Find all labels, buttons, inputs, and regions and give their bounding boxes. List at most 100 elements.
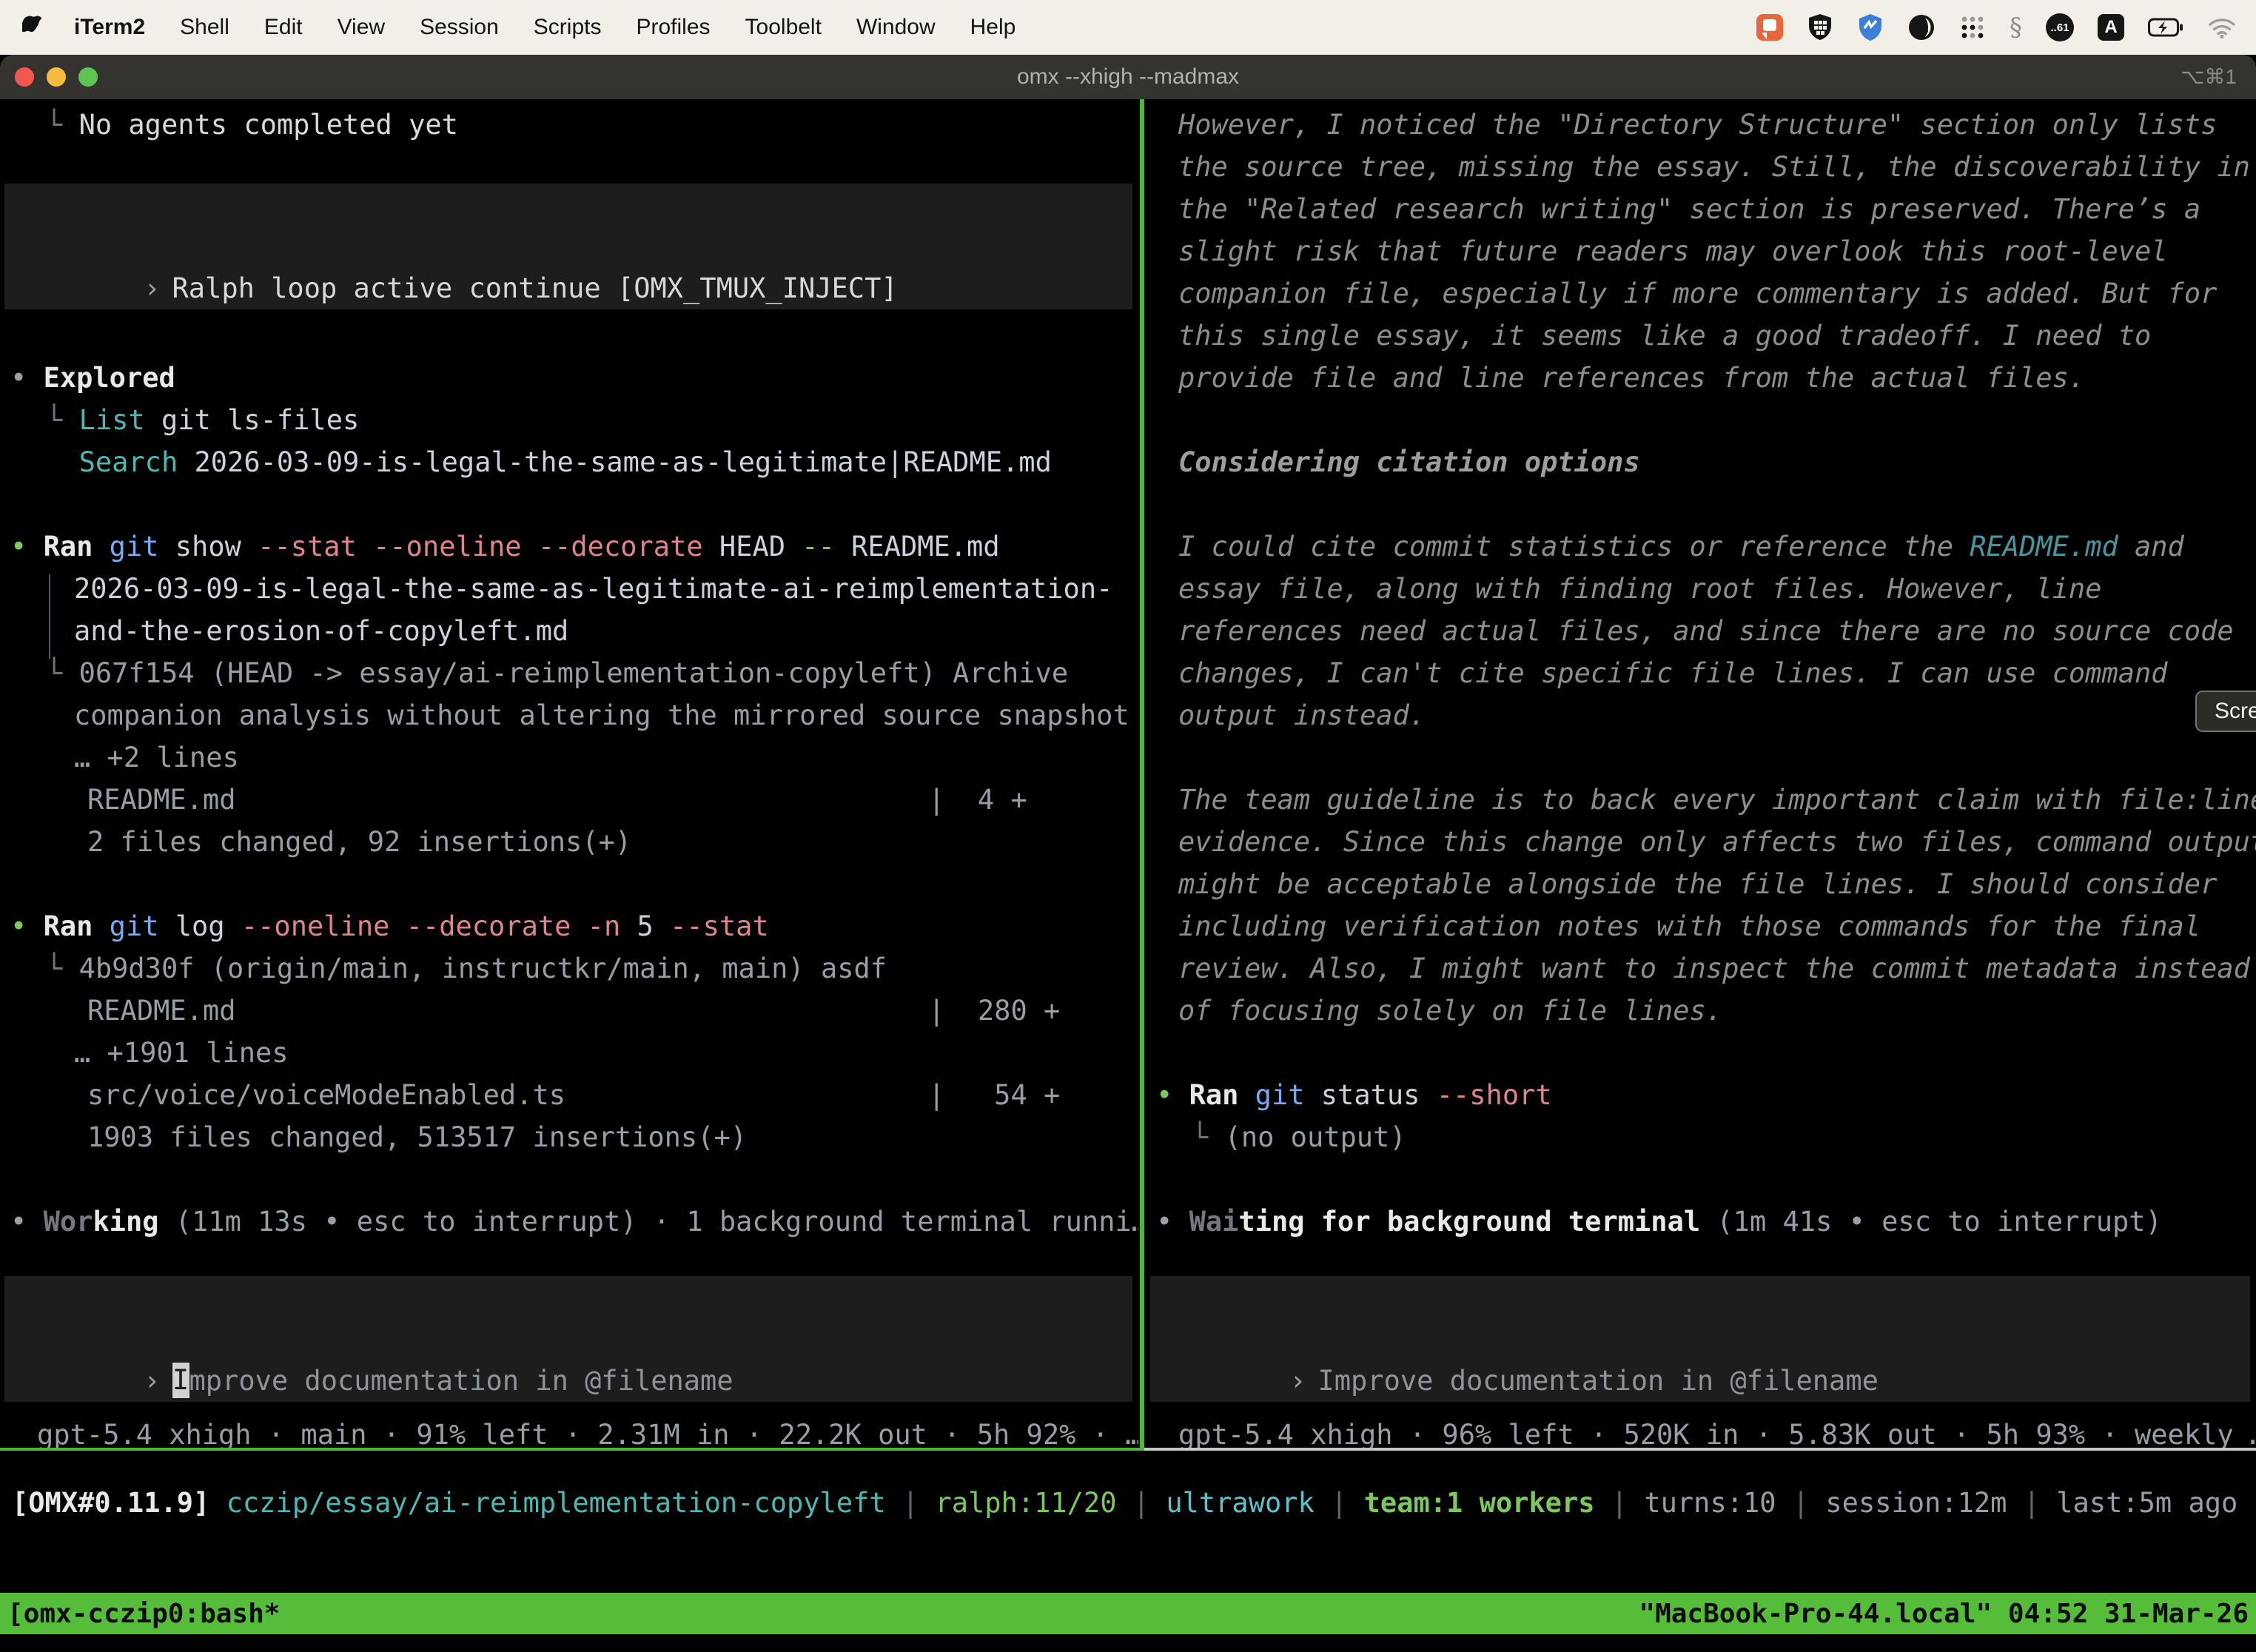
right-pane-bottom-border bbox=[1144, 1448, 2256, 1451]
text-segment: status bbox=[1305, 1079, 1420, 1111]
text-segment: [OMX#0.11.9] bbox=[12, 1487, 209, 1519]
reasoning-text: might be acceptable alongside the file l… bbox=[1178, 863, 2217, 905]
keyboard-layout-icon[interactable]: A bbox=[2098, 14, 2124, 41]
tree-connector-line bbox=[49, 574, 50, 659]
text-segment: • bbox=[1156, 1079, 1189, 1111]
reasoning-text: including verification notes with those … bbox=[1178, 905, 2200, 947]
blue-shield-icon[interactable] bbox=[1857, 13, 1884, 41]
text-segment: --short bbox=[1420, 1079, 1551, 1111]
left-pane-bottom-border bbox=[0, 1448, 1144, 1451]
title-bar: omx --xhigh --madmax ⌥⌘1 bbox=[0, 55, 2256, 99]
text-segment: └ bbox=[46, 109, 79, 141]
reasoning-text: this single essay, it seems like a good … bbox=[1178, 315, 2151, 357]
commit-line: └ 4b9d30f (origin/main, instructkr/main,… bbox=[46, 947, 887, 990]
text-segment: references need actual files, and since … bbox=[1178, 615, 2234, 647]
text-segment: the source tree, missing the essay. Stil… bbox=[1178, 151, 2250, 183]
menu-item-session[interactable]: Session bbox=[420, 15, 499, 40]
prompt-input-text: mprove documentation in @filename bbox=[189, 1365, 733, 1397]
menu-item-view[interactable]: View bbox=[338, 15, 385, 40]
menu-item-profiles[interactable]: Profiles bbox=[636, 15, 710, 40]
text-segment: README.md | 280 + bbox=[87, 995, 1060, 1027]
reasoning-text: slight risk that future readers may over… bbox=[1178, 230, 2168, 272]
menu-item-scripts[interactable]: Scripts bbox=[534, 15, 602, 40]
text-segment: might be acceptable alongside the file l… bbox=[1178, 868, 2217, 900]
wifi-icon[interactable] bbox=[2207, 16, 2237, 38]
reasoning-text: output instead. bbox=[1178, 694, 1426, 736]
tmux-session-label: [omx-cczip0:bash* bbox=[7, 1599, 280, 1629]
text-segment: 2 files changed, 92 insertions(+) bbox=[87, 826, 631, 858]
menu-item-toolbelt[interactable]: Toolbelt bbox=[745, 15, 822, 40]
screen-share-chip[interactable]: Scre bbox=[2195, 691, 2256, 732]
menu-bar: iTerm2 Shell Edit View Session Scripts Profile… bbox=[0, 0, 2256, 55]
text-segment: 5 bbox=[620, 910, 654, 942]
diffstat-line: README.md | 4 + bbox=[87, 779, 1027, 821]
text-segment: this single essay, it seems like a good … bbox=[1178, 320, 2151, 352]
reasoning-text: However, I noticed the "Directory Struct… bbox=[1178, 104, 2217, 146]
apple-menu-icon[interactable] bbox=[22, 16, 41, 39]
battery-icon[interactable] bbox=[2148, 18, 2183, 37]
shield-grid-icon[interactable] bbox=[1807, 13, 1833, 41]
reasoning-text: companion file, especially if more comme… bbox=[1178, 272, 2217, 315]
waiting-status-line: • Waiting for background terminal (1m 41… bbox=[1156, 1201, 2162, 1243]
pane-divider[interactable] bbox=[1140, 99, 1144, 1451]
text-segment: README.md | 4 + bbox=[87, 784, 1027, 816]
text-segment: companion analysis without altering the … bbox=[74, 699, 1129, 731]
text-segment: and bbox=[2118, 531, 2184, 563]
text-segment: └ bbox=[1192, 1121, 1225, 1153]
menu-item-shell[interactable]: Shell bbox=[180, 15, 229, 40]
omx-status-bar: [OMX#0.11.9] cczip/essay/ai-reimplementa… bbox=[12, 1482, 2237, 1524]
text-segment: and-the-erosion-of-copyleft.md bbox=[74, 615, 568, 647]
text-segment: companion file, especially if more comme… bbox=[1178, 278, 2217, 309]
text-segment: No agents completed yet bbox=[79, 109, 458, 141]
text-segment: --stat bbox=[654, 910, 769, 942]
text-segment: README.md bbox=[1970, 531, 2118, 563]
text-segment: review. Also, I might want to inspect th… bbox=[1178, 953, 2250, 984]
text-segment: Considering citation options bbox=[1178, 446, 1640, 478]
text-segment: However, I noticed the "Directory Struct… bbox=[1178, 109, 2217, 141]
dragon-icon[interactable]: § bbox=[2010, 13, 2022, 42]
prompt-chevron-icon: › bbox=[1289, 1365, 1306, 1397]
dark-circle-icon[interactable] bbox=[1907, 13, 1936, 41]
text-segment: essay file, along with finding root file… bbox=[1178, 573, 2101, 605]
left-pane: ›Ralph loop active continue [OMX_TMUX_IN… bbox=[0, 99, 1138, 1652]
ran-git-show-command: • Ran git show --stat --oneline --decora… bbox=[10, 526, 1000, 568]
timer-badge-icon[interactable]: ..61 bbox=[2046, 13, 2074, 41]
text-segment: --oneline --decorate -n bbox=[225, 910, 621, 942]
menu-item-help[interactable]: Help bbox=[970, 15, 1016, 40]
truncation-line: … +2 lines bbox=[74, 736, 239, 779]
menu-item-edit[interactable]: Edit bbox=[264, 15, 303, 40]
right-prompt-box[interactable]: › Improve documentation in @filename bbox=[1150, 1276, 2250, 1402]
text-segment: --stat --oneline --decorate bbox=[241, 531, 703, 563]
text-segment: -- bbox=[785, 531, 835, 563]
reasoning-text: The team guideline is to back every impo… bbox=[1178, 779, 2256, 821]
explored-list-line: └ List git ls-files bbox=[46, 399, 359, 441]
text-segment: output instead. bbox=[1178, 699, 1426, 731]
text-segment: git ls-files bbox=[145, 404, 360, 436]
window-shortcut-badge: ⌥⌘1 bbox=[2181, 55, 2237, 99]
command-output-line: └ (no output) bbox=[1192, 1116, 1406, 1158]
menu-item-window[interactable]: Window bbox=[856, 15, 936, 40]
chat-app-icon[interactable] bbox=[1756, 14, 1783, 41]
reasoning-text: the "Related research writing" section i… bbox=[1178, 188, 2200, 230]
text-segment: team:1 workers bbox=[1364, 1487, 1595, 1519]
diffstat-line: src/voice/voiceModeEnabled.ts | 54 + bbox=[87, 1074, 1060, 1116]
text-segment: Wor bbox=[44, 1206, 93, 1238]
text-segment: including verification notes with those … bbox=[1178, 910, 2200, 942]
text-segment: of focusing solely on file lines. bbox=[1178, 995, 1722, 1027]
text-segment: … +2 lines bbox=[74, 742, 239, 773]
reasoning-text: the source tree, missing the essay. Stil… bbox=[1178, 146, 2250, 188]
menu-item-iterm2[interactable]: iTerm2 bbox=[74, 15, 145, 40]
text-segment: | bbox=[2007, 1487, 2056, 1519]
text-segment: • bbox=[1156, 1206, 1189, 1238]
explored-header: • Explored bbox=[10, 357, 175, 399]
prompt-input-text: Improve documentation in @filename bbox=[1318, 1365, 1879, 1397]
dots-grid-icon[interactable] bbox=[1959, 14, 1986, 41]
text-segment: src/voice/voiceModeEnabled.ts | 54 + bbox=[87, 1079, 1060, 1111]
left-prompt-box[interactable]: ›Improve documentation in @filename bbox=[4, 1276, 1132, 1402]
reasoning-text: review. Also, I might want to inspect th… bbox=[1178, 947, 2250, 990]
text-segment: git bbox=[93, 910, 158, 942]
agents-status-line: └ No agents completed yet bbox=[46, 104, 458, 146]
text-segment: ralph:11/20 bbox=[935, 1487, 1116, 1519]
text-segment: king bbox=[93, 1206, 158, 1238]
text-segment: cczip/essay/ai-reimplementation-copyleft bbox=[209, 1487, 885, 1519]
